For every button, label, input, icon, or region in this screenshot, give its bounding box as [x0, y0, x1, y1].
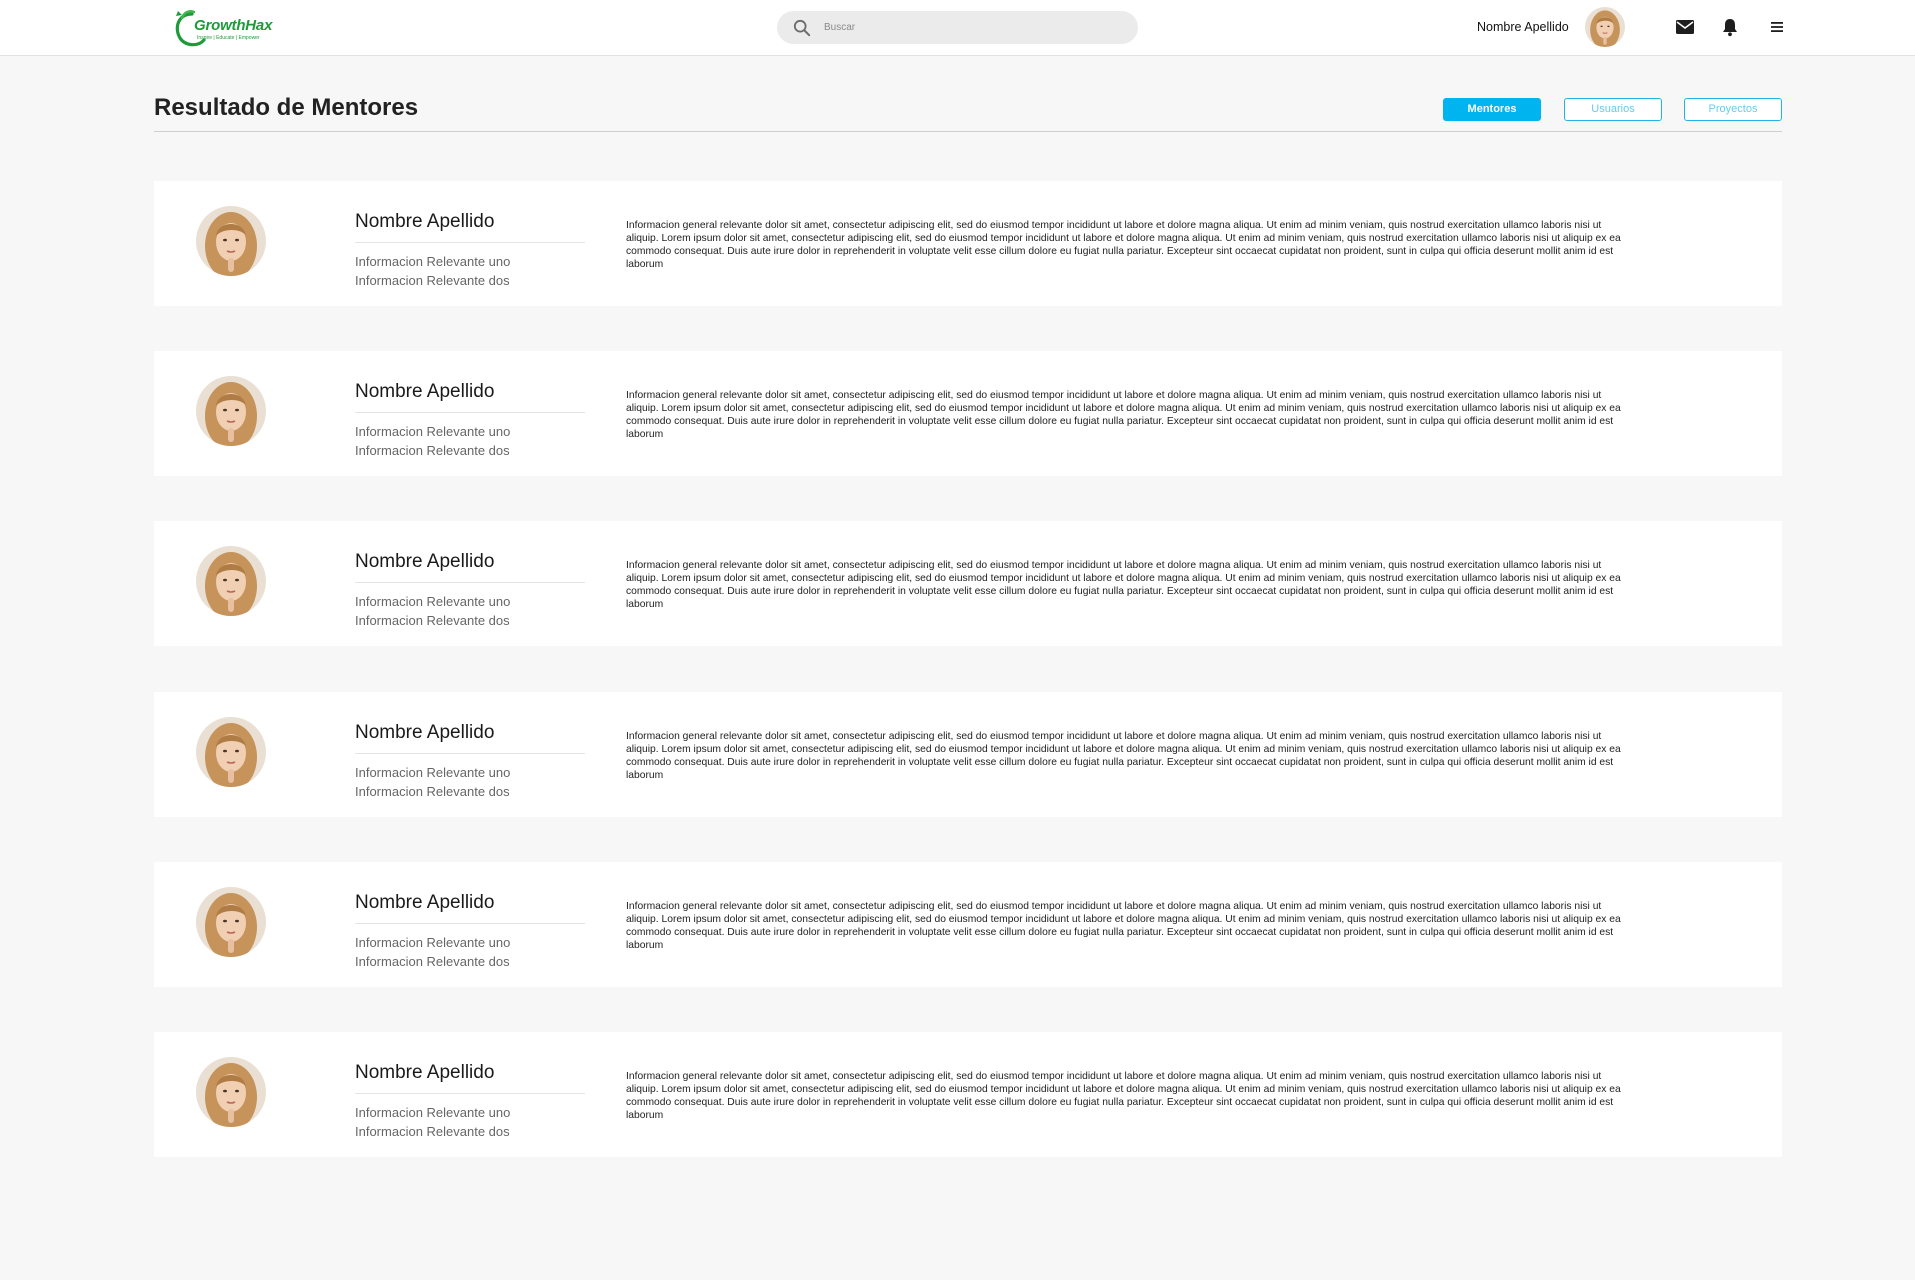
mentor-card[interactable]: Nombre Apellido Informacion Relevante un…: [154, 692, 1782, 817]
mentor-name[interactable]: Nombre Apellido: [355, 551, 494, 573]
mentor-card[interactable]: Nombre Apellido Informacion Relevante un…: [154, 351, 1782, 476]
mentor-avatar[interactable]: [196, 206, 266, 276]
mentor-name-divider: [355, 412, 585, 413]
mentor-info-2: Informacion Relevante dos: [355, 613, 510, 628]
mentor-avatar[interactable]: [196, 376, 266, 446]
mentor-name-divider: [355, 923, 585, 924]
mentor-description: Informacion general relevante dolor sit …: [626, 901, 1621, 951]
search-input[interactable]: [824, 11, 1124, 44]
mentor-description: Informacion general relevante dolor sit …: [626, 1071, 1621, 1121]
mentor-name-divider: [355, 753, 585, 754]
mentor-name[interactable]: Nombre Apellido: [355, 211, 494, 233]
mentor-name-divider: [355, 1093, 585, 1094]
mentor-photo: [196, 376, 266, 446]
mentor-photo: [196, 887, 266, 957]
mentor-info-1: Informacion Relevante uno: [355, 1105, 511, 1120]
mentor-info-2: Informacion Relevante dos: [355, 443, 510, 458]
mentor-photo: [196, 546, 266, 616]
bell-icon[interactable]: [1720, 17, 1740, 37]
user-avatar[interactable]: [1585, 7, 1625, 47]
mentor-card[interactable]: Nombre Apellido Informacion Relevante un…: [154, 181, 1782, 306]
filter-mentores-button[interactable]: Mentores: [1443, 98, 1541, 121]
mentor-card[interactable]: Nombre Apellido Informacion Relevante un…: [154, 1032, 1782, 1157]
mentor-name[interactable]: Nombre Apellido: [355, 722, 494, 744]
mentor-photo: [196, 206, 266, 276]
logo-tagline: Inspire | Educate | Empower: [197, 35, 260, 41]
mentor-card[interactable]: Nombre Apellido Informacion Relevante un…: [154, 862, 1782, 987]
mentor-name[interactable]: Nombre Apellido: [355, 1062, 494, 1084]
growthhax-logo[interactable]: GrowthHax Inspire | Educate | Empower: [170, 6, 273, 50]
mentor-name[interactable]: Nombre Apellido: [355, 381, 494, 403]
page-title: Resultado de Mentores: [154, 94, 419, 121]
logo-text: GrowthHax: [194, 17, 273, 34]
user-avatar-image: [1585, 7, 1625, 47]
mentor-description: Informacion general relevante dolor sit …: [626, 731, 1621, 781]
mentor-info-1: Informacion Relevante uno: [355, 935, 511, 950]
mentor-info-1: Informacion Relevante uno: [355, 424, 511, 439]
mail-icon[interactable]: [1675, 17, 1695, 37]
user-name[interactable]: Nombre Apellido: [1477, 20, 1569, 34]
mentor-avatar[interactable]: [196, 1057, 266, 1127]
mentor-name-divider: [355, 242, 585, 243]
mentor-card[interactable]: Nombre Apellido Informacion Relevante un…: [154, 521, 1782, 646]
mentor-photo: [196, 1057, 266, 1127]
filter-usuarios-button[interactable]: Usuarios: [1564, 98, 1662, 121]
search-bar[interactable]: [777, 11, 1138, 44]
mentor-info-2: Informacion Relevante dos: [355, 1124, 510, 1139]
mentor-info-2: Informacion Relevante dos: [355, 954, 510, 969]
mentor-description: Informacion general relevante dolor sit …: [626, 560, 1621, 610]
mentor-info-2: Informacion Relevante dos: [355, 273, 510, 288]
mentor-photo: [196, 717, 266, 787]
mentor-info-1: Informacion Relevante uno: [355, 765, 511, 780]
mentor-description: Informacion general relevante dolor sit …: [626, 390, 1621, 440]
mentor-info-1: Informacion Relevante uno: [355, 594, 511, 609]
search-icon[interactable]: [793, 19, 811, 37]
mentor-description: Informacion general relevante dolor sit …: [626, 220, 1621, 270]
top-navigation-bar: GrowthHax Inspire | Educate | Empower No…: [0, 0, 1915, 56]
mentor-avatar[interactable]: [196, 717, 266, 787]
mentor-avatar[interactable]: [196, 887, 266, 957]
mentor-avatar[interactable]: [196, 546, 266, 616]
mentor-info-2: Informacion Relevante dos: [355, 784, 510, 799]
title-divider: [154, 131, 1782, 132]
filter-proyectos-button[interactable]: Proyectos: [1684, 98, 1782, 121]
menu-icon[interactable]: [1767, 17, 1787, 37]
mentor-info-1: Informacion Relevante uno: [355, 254, 511, 269]
mentor-name-divider: [355, 582, 585, 583]
mentor-name[interactable]: Nombre Apellido: [355, 892, 494, 914]
